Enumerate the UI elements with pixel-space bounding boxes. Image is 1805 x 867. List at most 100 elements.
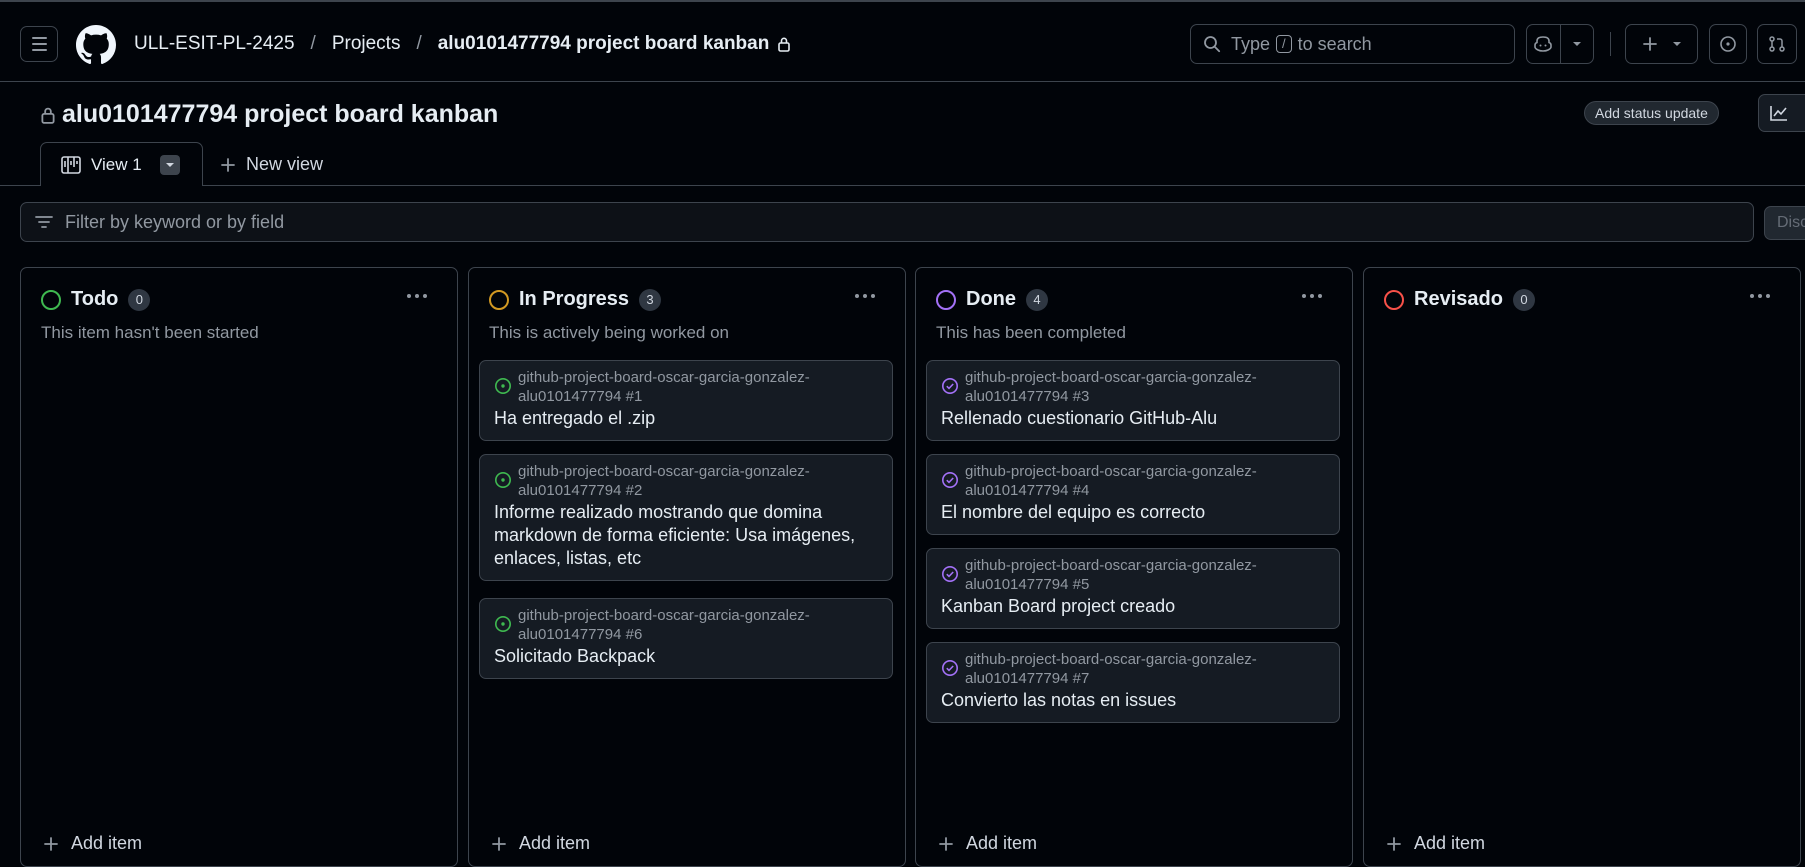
issue-closed-icon (942, 566, 958, 582)
breadcrumb-separator: / (416, 33, 422, 54)
card-repository-text[interactable]: github-project-board-oscar-garcia-gonzal… (965, 556, 1257, 594)
issue-opened-icon (495, 616, 511, 632)
card-title[interactable]: Solicitado Backpack (494, 645, 880, 668)
pull-requests-button[interactable] (1757, 24, 1797, 64)
breadcrumb-separator: / (310, 33, 316, 54)
add-item-label: Add item (519, 833, 591, 853)
card-repository-text[interactable]: github-project-board-oscar-garcia-gonzal… (965, 462, 1257, 500)
search-placeholder-suffix: to search (1297, 33, 1372, 54)
board-column: Todo 0 This item hasn't been started Add it… (20, 267, 458, 867)
issue-card[interactable]: github-project-board-oscar-garcia-gonzal… (479, 598, 893, 679)
github-logo-icon[interactable] (76, 25, 116, 65)
copilot-button[interactable] (1527, 25, 1560, 63)
card-issue-ref: alu0101477794 #7 (965, 670, 1090, 687)
add-item-button[interactable]: Add item (491, 833, 590, 854)
issue-card[interactable]: github-project-board-oscar-garcia-gonzal… (926, 360, 1340, 441)
issue-closed-icon (942, 472, 958, 488)
issue-card[interactable]: github-project-board-oscar-garcia-gonzal… (479, 454, 893, 581)
card-repository: github-project-board-oscar-garcia-gonzal… (941, 462, 1327, 500)
card-repository-text[interactable]: github-project-board-oscar-garcia-gonzal… (518, 368, 810, 406)
search-input[interactable]: Type / to search (1190, 24, 1515, 64)
column-header: Todo 0 (41, 288, 151, 311)
status-circle-icon (936, 289, 956, 310)
menu-button[interactable] (20, 26, 58, 62)
add-item-button[interactable]: Add item (938, 833, 1037, 854)
card-repository: github-project-board-oscar-garcia-gonzal… (941, 368, 1327, 406)
card-repository-text[interactable]: github-project-board-oscar-garcia-gonzal… (518, 606, 810, 644)
breadcrumb-org-link[interactable]: ULL-ESIT-PL-2425 (134, 33, 295, 55)
plus-icon (44, 836, 58, 851)
add-item-button[interactable]: Add item (1386, 833, 1485, 854)
column-menu-button[interactable] (1750, 294, 1770, 298)
column-description: This item hasn't been started (41, 323, 259, 342)
column-name: Done (966, 288, 1016, 310)
create-new-button[interactable] (1625, 24, 1698, 64)
column-menu-button[interactable] (1302, 294, 1322, 298)
board-icon (61, 155, 81, 174)
card-issue-ref: alu0101477794 #6 (518, 626, 643, 643)
column-count-badge: 0 (128, 288, 151, 311)
plus-icon (1642, 37, 1657, 51)
search-shortcut-key: / (1276, 35, 1292, 53)
card-repository-text[interactable]: github-project-board-oscar-garcia-gonzal… (965, 368, 1257, 406)
column-name: Revisado (1414, 288, 1503, 310)
kebab-dot-icon (1758, 294, 1762, 298)
column-menu-button[interactable] (407, 294, 427, 298)
kebab-dot-icon (871, 294, 875, 298)
card-title[interactable]: Rellenado cuestionario GitHub-Alu (941, 407, 1327, 430)
card-repository-text[interactable]: github-project-board-oscar-garcia-gonzal… (518, 462, 810, 500)
filter-placeholder: Filter by keyword or by field (65, 211, 285, 232)
add-item-button[interactable]: Add item (43, 833, 142, 854)
discard-button[interactable]: Disc (1764, 206, 1805, 240)
issue-card[interactable]: github-project-board-oscar-garcia-gonzal… (479, 360, 893, 441)
add-status-update-button[interactable]: Add status update (1584, 101, 1719, 125)
new-view-button[interactable]: New view (220, 154, 323, 175)
issue-card[interactable]: github-project-board-oscar-garcia-gonzal… (926, 454, 1340, 535)
card-issue-ref: alu0101477794 #5 (965, 576, 1090, 593)
card-title[interactable]: El nombre del equipo es correcto (941, 501, 1327, 524)
insights-button[interactable] (1758, 94, 1805, 132)
top-navigation-bar: ULL-ESIT-PL-2425 / Projects / alu0101477… (0, 0, 1805, 82)
card-title[interactable]: Ha entregado el .zip (494, 407, 880, 430)
add-item-label: Add item (71, 833, 143, 853)
new-view-label: New view (246, 154, 324, 174)
search-icon (1204, 36, 1221, 53)
kebab-dot-icon (1310, 294, 1314, 298)
status-circle-icon (1384, 289, 1404, 310)
breadcrumb-project-link[interactable]: alu0101477794 project board kanban (438, 33, 770, 55)
plus-icon (1387, 836, 1401, 851)
card-repository-text[interactable]: github-project-board-oscar-garcia-gonzal… (965, 650, 1257, 688)
chevron-down-icon (1672, 42, 1681, 46)
issue-card[interactable]: github-project-board-oscar-garcia-gonzal… (926, 548, 1340, 629)
column-description: This is actively being worked on (489, 323, 730, 342)
plus-icon (492, 836, 506, 851)
kebab-dot-icon (855, 294, 859, 298)
tab-view-1-label: View 1 (91, 154, 142, 174)
card-issue-ref: alu0101477794 #3 (965, 388, 1090, 405)
card-repository: github-project-board-oscar-garcia-gonzal… (941, 556, 1327, 594)
card-repo-name: github-project-board-oscar-garcia-gonzal… (518, 607, 810, 624)
copilot-button-group (1526, 24, 1594, 64)
board-column: In Progress 3 This is actively being worke… (468, 267, 906, 867)
issues-button[interactable] (1709, 24, 1747, 64)
card-repo-name: github-project-board-oscar-garcia-gonzal… (965, 369, 1257, 386)
copilot-dropdown-button[interactable] (1559, 25, 1593, 63)
tab-view-1[interactable]: View 1 (40, 142, 203, 186)
column-header: Revisado 0 (1384, 288, 1535, 311)
card-title[interactable]: Kanban Board project creado (941, 595, 1327, 618)
card-title[interactable]: Informe realizado mostrando que domina m… (494, 501, 880, 570)
kebab-dot-icon (423, 294, 427, 298)
view-options-button[interactable] (159, 154, 180, 175)
column-count-badge: 4 (1026, 288, 1048, 311)
column-menu-button[interactable] (855, 294, 875, 298)
pull-request-icon (1769, 36, 1785, 52)
breadcrumb-projects-link[interactable]: Projects (332, 33, 401, 55)
card-title[interactable]: Convierto las notas en issues (941, 689, 1327, 712)
kebab-dot-icon (415, 294, 419, 298)
issue-card[interactable]: github-project-board-oscar-garcia-gonzal… (926, 642, 1340, 723)
filter-input[interactable]: Filter by keyword or by field (20, 202, 1754, 242)
card-repo-name: github-project-board-oscar-garcia-gonzal… (518, 463, 810, 480)
add-item-label: Add item (1414, 833, 1486, 853)
card-repository: github-project-board-oscar-garcia-gonzal… (494, 368, 880, 406)
column-header: Done 4 (936, 288, 1048, 311)
